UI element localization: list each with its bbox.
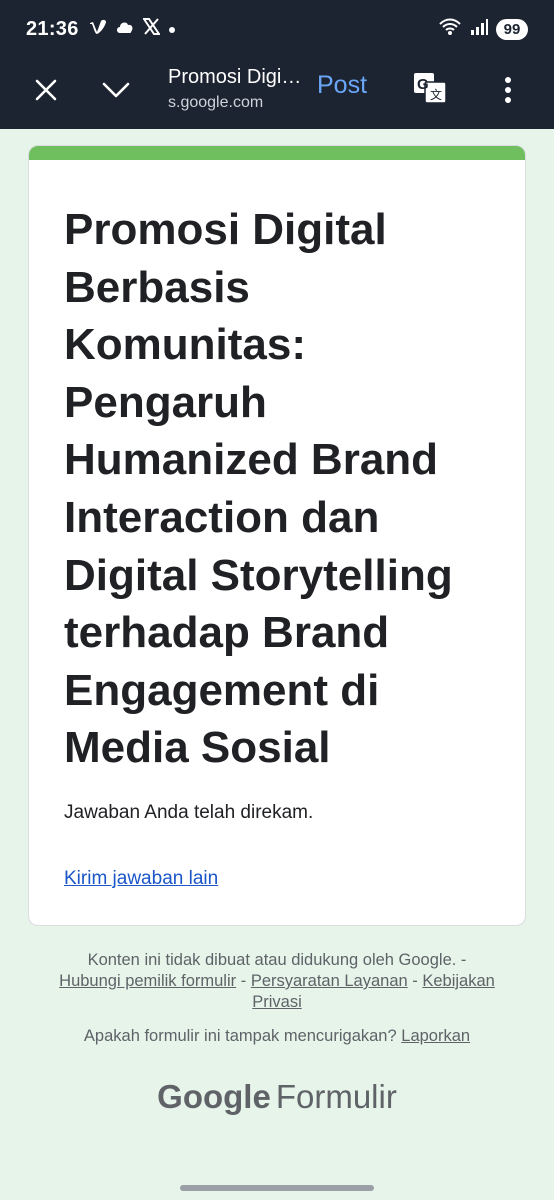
status-bar: 21:36 99 <box>0 0 554 58</box>
more-vert-icon <box>504 76 512 108</box>
confirmation-message: Jawaban Anda telah direkam. <box>64 802 314 823</box>
translate-icon: G 文 <box>413 72 447 109</box>
wifi-icon <box>438 18 462 41</box>
battery-indicator: 99 <box>496 18 528 40</box>
close-button[interactable] <box>28 74 64 110</box>
form-card: Promosi Digital Berbasis Komunitas: Peng… <box>28 145 526 926</box>
form-title: Promosi Digital Berbasis Komunitas: Peng… <box>64 205 453 773</box>
report-question: Apakah formulir ini tampak mencurigakan? <box>83 1027 397 1045</box>
post-button[interactable]: Post <box>317 70 367 100</box>
x-icon <box>141 18 161 40</box>
page-title-block: Promosi Digital Berbasis Komunitas s.goo… <box>168 64 303 114</box>
dot-icon <box>168 19 176 39</box>
disclaimer-text: Konten ini tidak dibuat atau didukung ol… <box>87 951 467 969</box>
terms-link[interactable]: Persyaratan Layanan <box>251 972 408 990</box>
submit-another-link[interactable]: Kirim jawaban lain <box>64 868 218 890</box>
vimeo-icon <box>89 19 107 40</box>
report-link[interactable]: Laporkan <box>401 1027 470 1045</box>
report-line: Apakah formulir ini tampak mencurigakan?… <box>20 1027 534 1046</box>
chevron-down-icon <box>102 81 130 104</box>
contact-owner-link[interactable]: Hubungi pemilik formulir <box>59 972 236 990</box>
page-title: Promosi Digital Berbasis Komunitas <box>168 66 303 88</box>
status-left-icons <box>89 18 176 40</box>
card-accent-bar <box>29 146 525 160</box>
footer-disclaimer: Konten ini tidak dibuat atau didukung ol… <box>40 950 514 1013</box>
brand-google: Google <box>157 1078 271 1115</box>
separator: - <box>236 972 251 990</box>
minimize-button[interactable] <box>98 74 134 110</box>
separator: - <box>407 972 423 990</box>
google-forms-logo: Google Formulir <box>0 1078 554 1116</box>
more-options-button[interactable] <box>490 74 526 110</box>
home-indicator[interactable] <box>180 1185 374 1191</box>
page-url: s.google.com <box>168 94 264 111</box>
browser-toolbar: Promosi Digital Berbasis Komunitas s.goo… <box>0 58 554 129</box>
status-right: 99 <box>438 18 528 41</box>
close-icon <box>35 79 57 106</box>
svg-text:文: 文 <box>430 87 442 102</box>
translate-button[interactable]: G 文 <box>410 70 450 110</box>
svg-text:G: G <box>417 76 429 93</box>
status-time: 21:36 <box>26 17 79 40</box>
cloud-icon <box>115 19 135 39</box>
brand-product: Formulir <box>275 1078 397 1115</box>
signal-icon <box>470 18 488 40</box>
